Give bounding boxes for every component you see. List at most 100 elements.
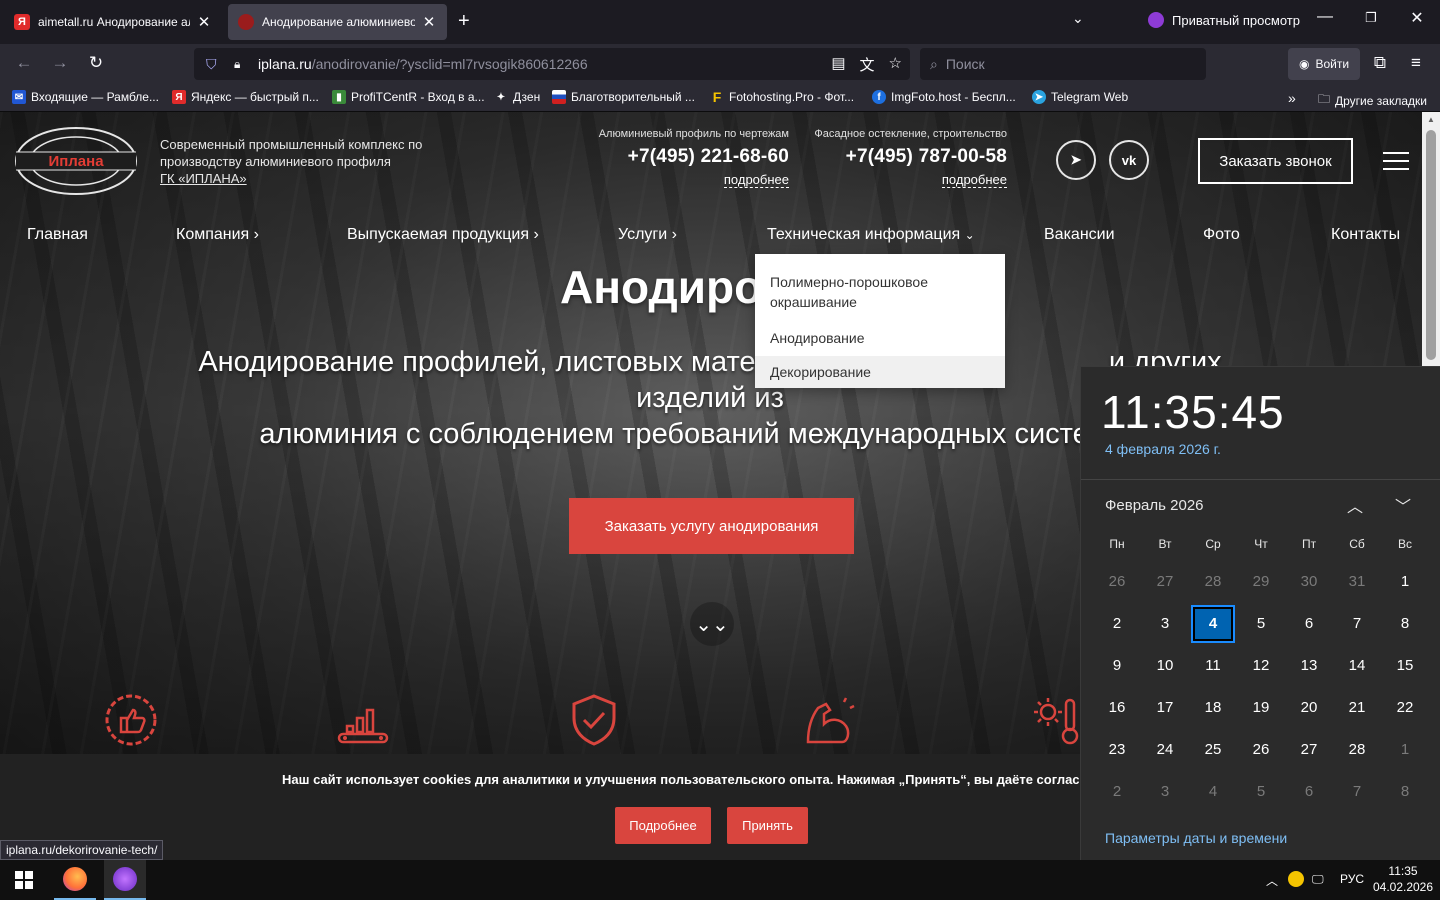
search-input[interactable]: ⌕ Поиск [920, 48, 1206, 80]
bookmark-item[interactable]: ✉ Входящие — Рамбле... [12, 90, 159, 104]
restore-icon[interactable]: ❐ [1356, 10, 1386, 26]
phone-number[interactable]: +7(495) 221-68-60 [560, 146, 789, 168]
calendar-day[interactable]: 3 [1141, 603, 1189, 645]
calendar-day[interactable]: 12 [1237, 645, 1285, 687]
calendar-day[interactable]: 9 [1093, 645, 1141, 687]
calendar-day[interactable]: 2 [1093, 771, 1141, 813]
dropdown-item-anodizing[interactable]: Анодирование [755, 328, 1005, 348]
calendar-day[interactable]: 7 [1333, 603, 1381, 645]
calendar-day[interactable]: 8 [1381, 603, 1429, 645]
calendar-day[interactable]: 14 [1333, 645, 1381, 687]
lock-icon[interactable]: 🔒︎ [234, 57, 248, 72]
more-bookmarks-icon[interactable]: » [1288, 90, 1296, 106]
calendar-day[interactable]: 27 [1285, 729, 1333, 771]
callback-button[interactable]: Заказать звонок [1198, 138, 1353, 184]
reader-view-icon[interactable]: ▤ [831, 54, 845, 75]
calendar-day[interactable]: 13 [1285, 645, 1333, 687]
menu-item-products[interactable]: Выпускаемая продукция › [347, 226, 539, 244]
calendar-day[interactable]: 16 [1093, 687, 1141, 729]
app-menu-icon[interactable]: ≡ [1404, 53, 1428, 73]
scrollbar-thumb[interactable] [1426, 130, 1436, 360]
calendar-day[interactable]: 18 [1189, 687, 1237, 729]
company-link[interactable]: ГК «ИПЛАНА» [160, 171, 247, 186]
forward-icon[interactable]: → [48, 53, 72, 73]
cookie-accept-button[interactable]: Принять [727, 807, 808, 844]
bookmark-item[interactable]: ▮ ProfiTCentR - Вход в а... [332, 90, 485, 104]
other-bookmarks[interactable]: 🗀︎ Другие закладки [1318, 90, 1427, 111]
close-tab-icon[interactable]: ✕ [421, 13, 437, 31]
new-tab-icon[interactable]: + [458, 10, 470, 33]
calendar-day[interactable]: 22 [1381, 687, 1429, 729]
calendar-day[interactable]: 15 [1381, 645, 1429, 687]
dropdown-item-powder-coating[interactable]: Полимерно-порошковое окрашивание [755, 272, 1005, 312]
calendar-day[interactable]: 24 [1141, 729, 1189, 771]
calendar-day[interactable]: 3 [1141, 771, 1189, 813]
close-window-icon[interactable]: ✕ [1402, 8, 1432, 28]
extensions-icon[interactable]: ⧉ [1368, 53, 1392, 73]
phone-number[interactable]: +7(495) 787-00-58 [790, 146, 1007, 168]
menu-item-vacancies[interactable]: Вакансии [1044, 226, 1115, 244]
order-anodizing-button[interactable]: Заказать услугу анодирования [569, 498, 854, 554]
calendar-day[interactable]: 19 [1237, 687, 1285, 729]
dropdown-item-decorating[interactable]: Декорирование [755, 356, 1005, 388]
phone-more-link[interactable]: подробнее [723, 172, 789, 188]
calendar-day[interactable]: 28 [1189, 561, 1237, 603]
calendar-day[interactable]: 26 [1237, 729, 1285, 771]
calendar-day-today[interactable]: 4 [1189, 603, 1237, 645]
language-indicator[interactable]: РУС [1340, 872, 1364, 886]
menu-item-tech-info[interactable]: Техническая информация ⌄ [767, 226, 975, 244]
calendar-day[interactable]: 6 [1285, 771, 1333, 813]
menu-item-photo[interactable]: Фото [1203, 226, 1240, 244]
telegram-social-icon[interactable]: ➤ [1056, 140, 1096, 180]
vk-social-icon[interactable]: vk [1109, 140, 1149, 180]
calendar-day[interactable]: 7 [1333, 771, 1381, 813]
menu-item-contacts[interactable]: Контакты [1331, 226, 1400, 244]
back-icon[interactable]: ← [12, 53, 36, 73]
iplana-logo[interactable]: Иплана [14, 126, 138, 196]
firefox-private-taskbar-icon[interactable] [104, 860, 146, 900]
network-icon[interactable]: 🖵︎ [1312, 872, 1324, 887]
calendar-day[interactable]: 10 [1141, 645, 1189, 687]
calendar-day[interactable]: 1 [1381, 561, 1429, 603]
calendar-day[interactable]: 25 [1189, 729, 1237, 771]
translate-icon[interactable]: 文 [860, 54, 875, 75]
calendar-day[interactable]: 20 [1285, 687, 1333, 729]
calendar-day[interactable]: 31 [1333, 561, 1381, 603]
calendar-day[interactable]: 6 [1285, 603, 1333, 645]
tab-aimetall[interactable]: Я aimetall.ru Анодирование алюм ✕ [4, 4, 222, 40]
calendar-day[interactable]: 26 [1093, 561, 1141, 603]
close-tab-icon[interactable]: ✕ [196, 13, 212, 31]
menu-item-services[interactable]: Услуги › [618, 226, 677, 244]
shield-icon[interactable]: ⛉ [206, 56, 224, 73]
calendar-day[interactable]: 1 [1381, 729, 1429, 771]
taskbar-clock[interactable]: 11:35 04.02.2026 [1372, 863, 1434, 895]
date-time-settings-link[interactable]: Параметры даты и времени [1105, 830, 1287, 846]
bookmark-item[interactable]: f ImgFoto.host - Беспл... [872, 90, 1016, 104]
calendar-day[interactable]: 30 [1285, 561, 1333, 603]
calendar-day[interactable]: 8 [1381, 771, 1429, 813]
phone-more-link[interactable]: подробнее [941, 172, 1007, 188]
scroll-down-icon[interactable]: ⌄⌄ [690, 602, 734, 646]
start-button[interactable] [0, 860, 48, 900]
calendar-day[interactable]: 11 [1189, 645, 1237, 687]
firefox-taskbar-icon[interactable] [54, 860, 96, 900]
login-button[interactable]: ◉ Войти [1288, 48, 1360, 80]
next-month-icon[interactable]: ﹀ [1395, 493, 1411, 517]
calendar-day[interactable]: 28 [1333, 729, 1381, 771]
bookmark-item[interactable]: ✦ Дзен [494, 90, 540, 104]
calendar-day[interactable]: 5 [1237, 603, 1285, 645]
calendar-day[interactable]: 23 [1093, 729, 1141, 771]
bookmark-item[interactable]: Я Яндекс — быстрый п... [172, 90, 319, 104]
tab-iplana[interactable]: Анодирование алюминиевого ✕ [228, 4, 447, 40]
scroll-up-arrow-icon[interactable]: ▲ [1422, 115, 1440, 124]
calendar-day[interactable]: 2 [1093, 603, 1141, 645]
reload-icon[interactable]: ↻ [84, 53, 108, 73]
minimize-icon[interactable]: — [1310, 8, 1340, 26]
app-tray-icon[interactable] [1288, 871, 1304, 887]
calendar-day[interactable]: 29 [1237, 561, 1285, 603]
url-bar[interactable]: ⛉ 🔒︎ iplana.ru/anodirovanie/?ysclid=ml7r… [194, 48, 910, 80]
list-tabs-icon[interactable]: ⌄ [1072, 10, 1084, 27]
show-hidden-icons-icon[interactable]: ︿ [1266, 872, 1278, 889]
calendar-day[interactable]: 21 [1333, 687, 1381, 729]
bookmark-item[interactable]: ➤ Telegram Web [1032, 90, 1128, 104]
